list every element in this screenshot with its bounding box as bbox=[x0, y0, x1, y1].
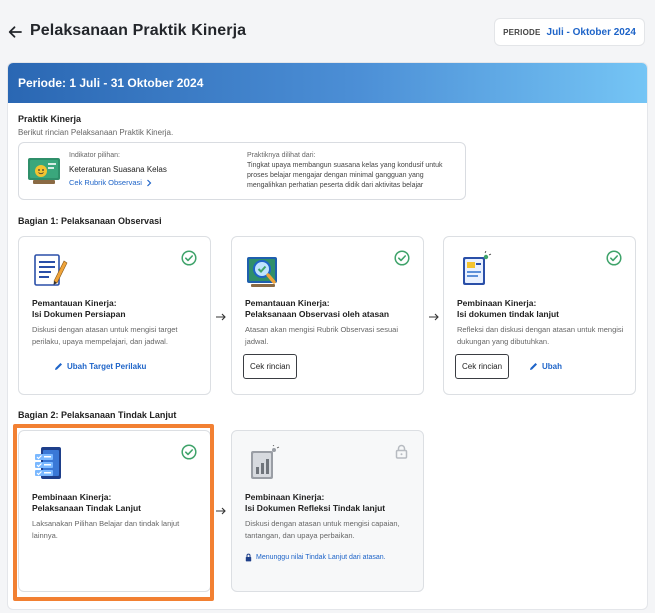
card-isi-dokumen-tindak-lanjut: Pembinaan Kinerja: Isi dokumen tindak la… bbox=[443, 236, 636, 395]
card-title: Pemantauan Kinerja: Pelaksanaan Observas… bbox=[245, 298, 417, 320]
card-title: Pembinaan Kinerja: Isi Dokumen Refleksi … bbox=[245, 492, 417, 514]
cek-rincian-button[interactable]: Cek rincian bbox=[243, 354, 298, 379]
chevron-right-icon bbox=[147, 179, 152, 186]
card-title: Pemantauan Kinerja: Isi Dokumen Persiapa… bbox=[32, 298, 204, 320]
waiting-note-text: Menunggu nilai Tindak Lanjut dari atasan… bbox=[256, 554, 386, 561]
card-isi-dokumen-refleksi: Pembinaan Kinerja: Isi Dokumen Refleksi … bbox=[231, 430, 424, 592]
card-title-line1: Pemantauan Kinerja: bbox=[32, 298, 117, 308]
card-isi-dokumen-persiapan: Pemantauan Kinerja: Isi Dokumen Persiapa… bbox=[18, 236, 211, 395]
praktik-title: Praktik Kinerja bbox=[18, 114, 82, 124]
card-title: Pembinaan Kinerja: Isi dokumen tindak la… bbox=[457, 298, 629, 320]
card-pelaksanaan-observasi: Pemantauan Kinerja: Pelaksanaan Observas… bbox=[231, 236, 424, 395]
indicator-box: Indikator pilihan: Keteraturan Suasana K… bbox=[18, 142, 466, 200]
indicator-name: Keteraturan Suasana Kelas bbox=[69, 165, 167, 174]
period-value: Juli - Oktober 2024 bbox=[546, 26, 636, 38]
report-chart-illustration-icon bbox=[251, 445, 280, 479]
card-pelaksanaan-tindak-lanjut[interactable]: Pembinaan Kinerja: Pelaksanaan Tindak La… bbox=[18, 430, 211, 592]
card-title-line2: Isi Dokumen Persiapan bbox=[32, 309, 126, 319]
card-description: Laksanakan Pilihan Belajar dan tindak la… bbox=[32, 519, 180, 540]
check-circle-icon bbox=[394, 250, 410, 266]
check-circle-icon bbox=[606, 250, 622, 266]
card-description: Atasan akan mengisi Rubrik Observasi ses… bbox=[245, 325, 398, 346]
seen-from-description: Tingkat upaya membangun suasana kelas ya… bbox=[247, 162, 443, 189]
magnifier-illustration-icon bbox=[247, 257, 277, 287]
card-description: Refleksi dan diskusi dengan atasan untuk… bbox=[457, 325, 624, 346]
pencil-icon bbox=[55, 363, 62, 370]
card-title: Pembinaan Kinerja: Pelaksanaan Tindak La… bbox=[32, 492, 204, 514]
checklist-tablet-illustration-icon bbox=[35, 447, 61, 479]
cek-rincian-button[interactable]: Cek rincian bbox=[455, 354, 510, 379]
card-title-line1: Pembinaan Kinerja: bbox=[245, 492, 325, 502]
card-description: Diskusi dengan atasan untuk mengisi targ… bbox=[32, 325, 178, 346]
ubah-target-perilaku-link[interactable]: Ubah Target Perilaku bbox=[54, 362, 146, 371]
seen-from-label: Praktiknya dilihat dari: bbox=[247, 152, 316, 159]
arrow-right-icon bbox=[216, 507, 226, 515]
card-title-line1: Pemantauan Kinerja: bbox=[245, 298, 330, 308]
main-panel: Periode: 1 Juli - 31 Oktober 2024 Prakti… bbox=[7, 62, 648, 610]
card-description: Diskusi dengan atasan untuk mengisi capa… bbox=[245, 519, 400, 540]
praktik-subtitle: Berikut rincian Pelaksanaan Praktik Kine… bbox=[18, 128, 174, 137]
rubric-link[interactable]: Cek Rubrik Observasi bbox=[69, 178, 152, 187]
ubah-link[interactable]: Ubah bbox=[529, 362, 562, 371]
ubah-label: Ubah bbox=[542, 362, 562, 371]
period-badge: PERIODE Juli - Oktober 2024 bbox=[494, 18, 645, 46]
period-banner: Periode: 1 Juli - 31 Oktober 2024 bbox=[8, 63, 647, 103]
ubah-target-perilaku-label: Ubah Target Perilaku bbox=[67, 362, 147, 371]
page-title: Pelaksanaan Praktik Kinerja bbox=[30, 22, 247, 39]
back-arrow-icon[interactable] bbox=[7, 24, 23, 40]
card-title-line1: Pembinaan Kinerja: bbox=[457, 298, 537, 308]
arrow-right-icon bbox=[429, 313, 439, 321]
document-pen-illustration-icon bbox=[34, 254, 68, 286]
lock-small-icon bbox=[245, 553, 252, 562]
pencil-icon bbox=[530, 363, 537, 370]
card-title-line1: Pembinaan Kinerja: bbox=[32, 492, 112, 502]
indicator-label: Indikator pilihan: bbox=[69, 152, 120, 159]
lock-icon bbox=[395, 444, 408, 459]
period-label: PERIODE bbox=[503, 27, 541, 37]
check-circle-icon bbox=[181, 250, 197, 266]
card-title-line2: Pelaksanaan Tindak Lanjut bbox=[32, 503, 141, 513]
tablet-document-illustration-icon bbox=[463, 251, 492, 285]
section1-title: Bagian 1: Pelaksanaan Observasi bbox=[18, 216, 162, 226]
header: Pelaksanaan Praktik Kinerja PERIODE Juli… bbox=[0, 0, 655, 62]
period-banner-title: Periode: 1 Juli - 31 Oktober 2024 bbox=[18, 76, 204, 90]
card-title-line2: Pelaksanaan Observasi oleh atasan bbox=[245, 309, 390, 319]
section2-title: Bagian 2: Pelaksanaan Tindak Lanjut bbox=[18, 410, 177, 420]
card-title-line2: Isi Dokumen Refleksi Tindak lanjut bbox=[245, 503, 386, 513]
waiting-note: Menunggu nilai Tindak Lanjut dari atasan… bbox=[245, 553, 386, 562]
card-title-line2: Isi dokumen tindak lanjut bbox=[457, 309, 560, 319]
arrow-right-icon bbox=[216, 313, 226, 321]
rubric-link-label: Cek Rubrik Observasi bbox=[69, 178, 142, 187]
classroom-illustration-icon bbox=[28, 158, 60, 184]
check-circle-icon bbox=[181, 444, 197, 460]
